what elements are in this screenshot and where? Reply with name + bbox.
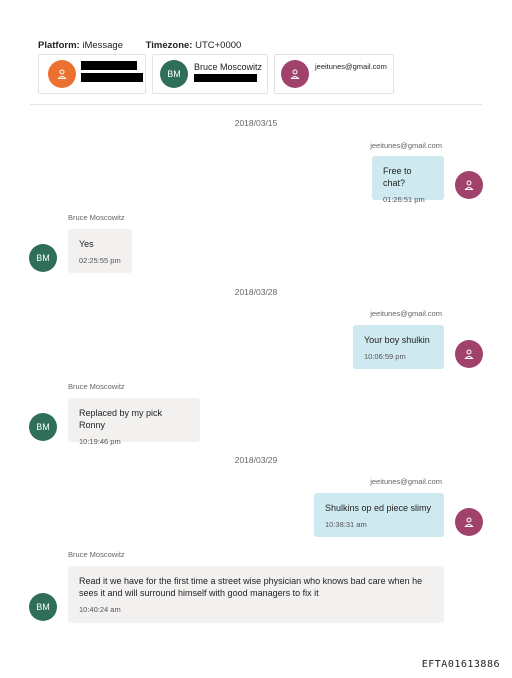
sender-label: Bruce Moscowitz [68,382,125,391]
message-time: 10:06:59 pm [364,352,406,361]
platform-label: Platform: [38,40,80,51]
participant-card-bruce: BM Bruce Moscowitz [152,54,268,94]
header-divider [30,104,482,105]
date-separator: 2018/03/15 [234,118,278,128]
date-separator: 2018/03/29 [234,455,278,465]
message-time: 10:38:31 am [325,520,367,529]
message-time: 10:19:46 pm [79,437,121,446]
message-bubble-incoming: Replaced by my pick Ronny 10:19:46 pm [68,398,200,446]
avatar-bm: BM [29,413,57,441]
participant-name: Bruce Moscowitz [194,62,263,72]
person-icon [281,60,309,88]
message-text: Yes [79,239,94,249]
sender-label: jeeitunes@gmail.com [370,477,442,486]
participant-name: jeeitunes@gmail.com [315,62,387,71]
document-id: EFTA01613886 [421,659,500,670]
person-icon [48,60,76,88]
person-icon [455,340,483,368]
message-text: Your boy shulkin [364,335,430,345]
message-bubble-outgoing: Free to chat? 01:26:51 pm [372,156,444,204]
person-icon [455,171,483,199]
message-bubble-outgoing: Shulkins op ed piece slimy 10:38:31 am [314,493,444,537]
conversation-meta: Platform: iMessage Timezone: UTC+0000 [38,40,241,51]
timezone-label: Timezone: [145,40,193,51]
sender-label: Bruce Moscowitz [68,213,125,222]
message-text: Free to chat? [383,166,412,188]
message-bubble-outgoing: Your boy shulkin 10:06:59 pm [353,325,444,369]
participant-card-redacted [38,54,146,94]
message-bubble-incoming: Read it we have for the first time a str… [68,566,444,623]
message-text: Read it we have for the first time a str… [79,576,423,598]
message-bubble-incoming: Yes 02:25:55 pm [68,229,132,273]
message-text: Shulkins op ed piece slimy [325,503,432,513]
message-time: 02:25:55 pm [79,256,121,265]
message-time: 10:40:24 am [79,605,121,614]
message-text: Replaced by my pick Ronny [79,408,163,430]
timezone-value: UTC+0000 [195,40,242,51]
participant-card-jeeitunes: jeeitunes@gmail.com [274,54,394,94]
date-separator: 2018/03/28 [234,287,278,297]
sender-label: jeeitunes@gmail.com [370,309,442,318]
avatar-bm: BM [160,60,188,88]
sender-label: Bruce Moscowitz [68,550,125,559]
sender-label: jeeitunes@gmail.com [370,141,442,150]
message-time: 01:26:51 pm [383,195,425,204]
redaction-bar [194,74,257,82]
avatar-bm: BM [29,244,57,272]
redaction-bar [81,61,137,70]
avatar-bm: BM [29,593,57,621]
person-icon [455,508,483,536]
platform-value: iMessage [82,40,124,51]
redaction-bar [81,73,143,82]
